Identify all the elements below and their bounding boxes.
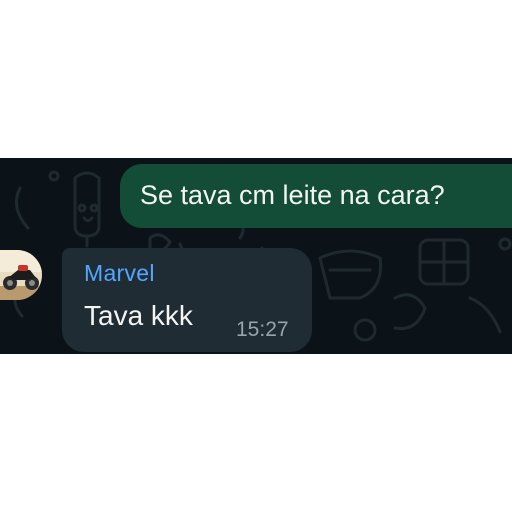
chat-area[interactable]: Se tava cm leite na cara? Marvel Tava kk…	[0, 158, 512, 354]
outgoing-message-text: Se tava cm leite na cara?	[140, 180, 445, 210]
sender-name[interactable]: Marvel	[84, 260, 155, 287]
outgoing-message-bubble[interactable]: Se tava cm leite na cara?	[120, 164, 512, 228]
message-timestamp: 15:27	[236, 318, 289, 341]
incoming-message-bubble[interactable]: Marvel Tava kkk 15:27	[62, 248, 312, 352]
incoming-message-text: Tava kkk	[84, 300, 193, 331]
